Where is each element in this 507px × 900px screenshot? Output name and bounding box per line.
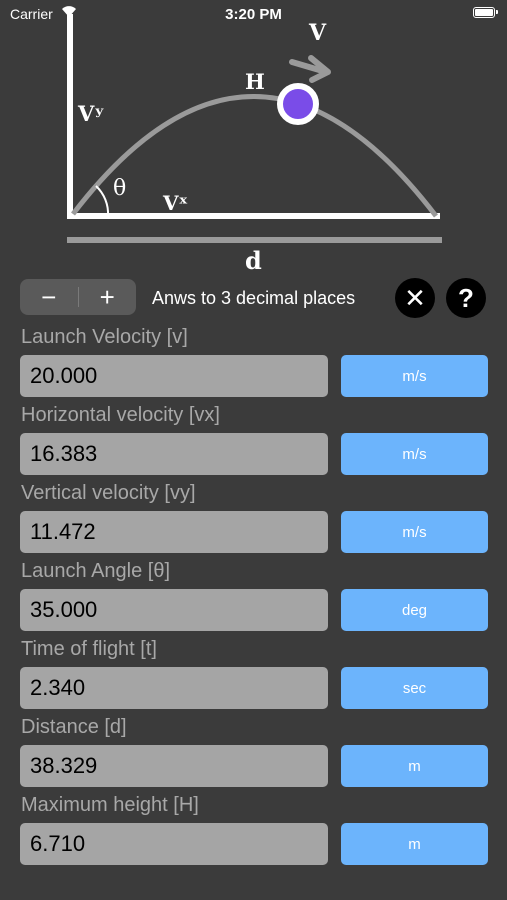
launch-angle-input[interactable] — [20, 589, 328, 631]
field-launch-angle: Launch Angle [θ] deg — [0, 556, 507, 634]
decrement-button[interactable]: − — [20, 279, 78, 315]
field-launch-velocity: Launch Velocity [v] m/s — [0, 322, 507, 400]
velocity-arrow-icon — [289, 55, 331, 83]
field-label: Distance [d] — [21, 716, 127, 738]
field-horizontal-velocity: Horizontal velocity [vx] m/s — [0, 400, 507, 478]
launch-velocity-unit-button[interactable]: m/s — [341, 355, 488, 397]
field-label: Launch Velocity [v] — [21, 326, 188, 348]
close-icon: ✕ — [404, 282, 426, 313]
field-label: Horizontal velocity [vx] — [21, 404, 220, 426]
angle-arc — [95, 185, 110, 217]
label-vy: Vʸ — [78, 101, 105, 126]
diagram-graphic — [67, 14, 442, 243]
horizontal-velocity-unit-button[interactable]: m/s — [341, 433, 488, 475]
field-maximum-height: Maximum height [H] m — [0, 790, 507, 868]
help-button[interactable]: ? — [446, 278, 486, 318]
maximum-height-unit-button[interactable]: m — [341, 823, 488, 865]
field-label: Maximum height [H] — [21, 794, 199, 816]
horizontal-velocity-input[interactable] — [20, 433, 328, 475]
decimal-places-label: Anws to 3 decimal places — [152, 288, 356, 308]
distance-input[interactable] — [20, 745, 328, 787]
time-of-flight-input[interactable] — [20, 667, 328, 709]
label-theta: θ — [113, 176, 127, 201]
field-label: Vertical velocity [vy] — [21, 482, 196, 504]
label-h: H — [245, 69, 265, 94]
projectile-ball — [277, 83, 319, 125]
distance-unit-button[interactable]: m — [341, 745, 488, 787]
toolbar: − + Anws to 3 decimal places ✕ ? — [0, 276, 507, 322]
label-v: V — [309, 20, 327, 46]
field-label: Launch Angle [θ] — [21, 560, 171, 582]
maximum-height-input[interactable] — [20, 823, 328, 865]
label-d: d — [245, 246, 262, 275]
question-icon: ? — [458, 282, 474, 313]
clear-button[interactable]: ✕ — [395, 278, 435, 318]
increment-button[interactable]: + — [79, 279, 137, 315]
label-vx: Vˣ — [163, 191, 189, 215]
projectile-diagram: V Vʸ H θ Vˣ d — [0, 0, 507, 275]
field-vertical-velocity: Vertical velocity [vy] m/s — [0, 478, 507, 556]
trajectory-arc — [71, 94, 438, 218]
launch-velocity-input[interactable] — [20, 355, 328, 397]
field-label: Time of flight [t] — [21, 638, 157, 660]
vertical-velocity-unit-button[interactable]: m/s — [341, 511, 488, 553]
input-fields: Launch Velocity [v] m/s Horizontal veloc… — [0, 322, 507, 868]
vertical-velocity-input[interactable] — [20, 511, 328, 553]
time-of-flight-unit-button[interactable]: sec — [341, 667, 488, 709]
field-time-of-flight: Time of flight [t] sec — [0, 634, 507, 712]
decimal-stepper[interactable]: − + — [20, 279, 136, 315]
field-distance: Distance [d] m — [0, 712, 507, 790]
launch-angle-unit-button[interactable]: deg — [341, 589, 488, 631]
